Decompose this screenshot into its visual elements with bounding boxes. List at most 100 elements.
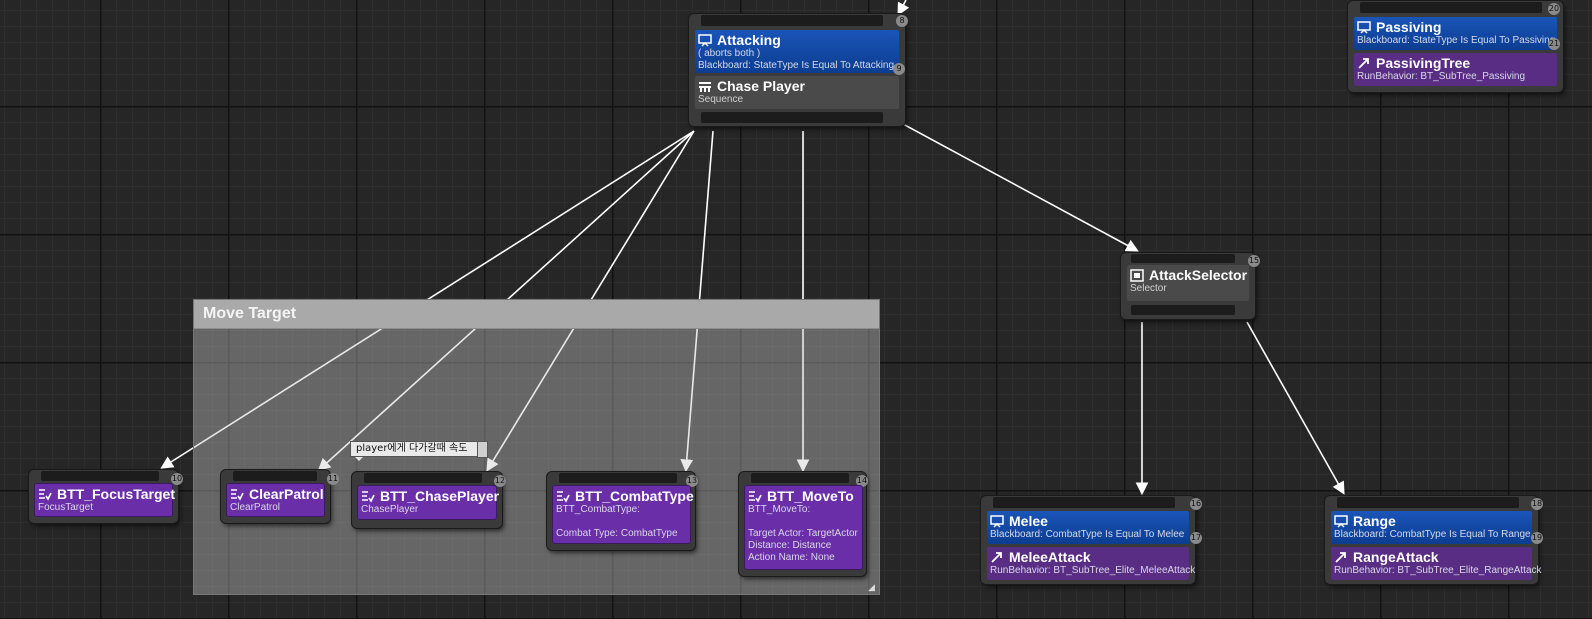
subtree-range-attack[interactable]: RangeAttack RunBehavior: BT_SubTree_Elit… — [1331, 547, 1542, 580]
decorator-title: Melee — [1009, 513, 1048, 529]
task-chase-player[interactable]: BTT_ChasePlayer ChasePlayer — [357, 485, 500, 520]
subtree-icon — [1335, 551, 1346, 563]
input-pin[interactable] — [1360, 2, 1542, 13]
execution-index-badge: 11 — [327, 473, 339, 485]
subtree-passiving[interactable]: PassivingTree RunBehavior: BT_SubTree_Pa… — [1354, 53, 1557, 86]
input-pin[interactable] — [233, 471, 317, 481]
decorator-passiving[interactable]: Passiving Blackboard: StateType Is Equal… — [1354, 17, 1557, 50]
decorator-title: Passiving — [1376, 19, 1442, 35]
subtree-title: MeleeAttack — [1009, 549, 1091, 565]
input-pin[interactable] — [993, 497, 1175, 508]
task-title: ClearPatrol — [249, 486, 324, 502]
task-detail-target-actor: Target Actor: TargetActor — [748, 528, 858, 539]
task-detail-combat-type: Combat Type: CombatType — [556, 528, 678, 539]
task-name: ClearPatrol — [230, 502, 281, 513]
monitor-icon — [1357, 20, 1371, 34]
task-icon — [557, 490, 570, 503]
input-pin[interactable] — [701, 15, 883, 26]
execution-index-badge: 15 — [1248, 255, 1260, 267]
decorator-title: Attacking — [717, 32, 781, 48]
task-icon — [231, 488, 244, 501]
composite-type: Sequence — [698, 94, 744, 105]
task-title: BTT_ChasePlayer — [380, 488, 500, 504]
output-pin[interactable] — [701, 112, 883, 123]
node-range[interactable]: 18 Range Blackboard: CombatType Is Equal… — [1325, 496, 1543, 584]
monitor-icon — [1334, 514, 1348, 528]
input-pin[interactable] — [41, 471, 159, 481]
wire-to-range — [1246, 321, 1345, 495]
decorator-condition: Blackboard: CombatType Is Equal To Range — [1334, 529, 1531, 540]
decorator-condition: Blackboard: CombatType Is Equal To Melee — [990, 529, 1185, 540]
output-pin[interactable] — [1131, 305, 1235, 315]
composite-type: Selector — [1130, 283, 1167, 294]
task-combat-type[interactable]: BTT_CombatType BTT_CombatType: Combat Ty… — [552, 485, 694, 544]
task-icon — [39, 488, 52, 501]
task-detail-header: BTT_MoveTo: — [748, 504, 811, 515]
node-combat-type[interactable]: 13 BTT_CombatType BTT_CombatType: Combat… — [547, 472, 698, 550]
execution-index-badge: 18 — [1531, 498, 1543, 510]
node-focus-target[interactable]: 10 BTT_FocusTarget FocusTarget — [29, 470, 183, 523]
execution-index-badge: 20 — [1548, 3, 1560, 15]
decorator-title: Range — [1353, 513, 1396, 529]
node-attack-selector[interactable]: 15 AttackSelector Selector — [1121, 253, 1260, 319]
comment-title[interactable]: Move Target — [194, 300, 879, 329]
subtree-behavior: RunBehavior: BT_SubTree_Passiving — [1357, 71, 1526, 82]
task-move-to[interactable]: BTT_MoveTo BTT_MoveTo: Target Actor: Tar… — [744, 485, 863, 570]
decorator-attacking[interactable]: Attacking ( aborts both ) Blackboard: St… — [695, 30, 899, 73]
decorator-aborts: ( aborts both ) — [698, 48, 761, 59]
task-name: FocusTarget — [38, 502, 94, 513]
subtree-icon — [991, 551, 1002, 563]
execution-index-badge: 16 — [1190, 498, 1202, 510]
composite-title: AttackSelector — [1149, 267, 1248, 283]
execution-index-badge: 8 — [896, 15, 908, 27]
task-title: BTT_CombatType — [575, 488, 694, 504]
subtree-title: PassivingTree — [1376, 55, 1471, 71]
decorator-index-badge: 21 — [1548, 38, 1560, 50]
comment-bubble-toggle-button[interactable] — [477, 441, 488, 458]
selector-icon — [1130, 268, 1144, 282]
execution-index-badge: 10 — [171, 473, 183, 485]
task-detail-action-name: Action Name: None — [748, 552, 835, 563]
input-pin[interactable] — [1337, 497, 1519, 508]
input-pin[interactable] — [364, 473, 482, 483]
decorator-condition: Blackboard: StateType Is Equal To Attack… — [698, 60, 895, 71]
task-title: BTT_FocusTarget — [57, 486, 175, 502]
node-passiving[interactable]: 20 Passiving Blackboard: StateType Is Eq… — [1348, 1, 1563, 92]
resize-handle-icon[interactable]: ◢ — [868, 583, 877, 592]
task-detail-distance: Distance: Distance — [748, 540, 832, 551]
composite-title: Chase Player — [717, 78, 805, 94]
decorator-range[interactable]: Range Blackboard: CombatType Is Equal To… — [1331, 511, 1532, 544]
decorator-condition: Blackboard: StateType Is Equal To Passiv… — [1357, 35, 1556, 46]
task-detail-header: BTT_CombatType: — [556, 504, 640, 515]
decorator-index-badge: 17 — [1190, 532, 1202, 544]
input-pin[interactable] — [559, 473, 677, 483]
task-title: BTT_MoveTo — [767, 488, 854, 504]
subtree-behavior: RunBehavior: BT_SubTree_Elite_RangeAttac… — [1334, 565, 1542, 576]
node-attacking[interactable]: 8 Attacking ( aborts both ) Blackboard: … — [689, 14, 908, 126]
decorator-melee[interactable]: Melee Blackboard: CombatType Is Equal To… — [987, 511, 1189, 544]
task-focus-target[interactable]: BTT_FocusTarget FocusTarget — [34, 483, 175, 517]
wire-into-attacking — [897, 0, 910, 16]
subtree-title: RangeAttack — [1353, 549, 1439, 565]
input-pin[interactable] — [751, 473, 849, 483]
decorator-index-badge: 19 — [1531, 532, 1543, 544]
monitor-icon — [698, 33, 712, 47]
wire-to-attack-selector — [902, 123, 1139, 252]
node-clear-patrol[interactable]: 11 ClearPatrol ClearPatrol — [221, 470, 339, 523]
decorator-index-badge: 9 — [893, 63, 905, 75]
task-icon — [749, 490, 762, 503]
node-move-to[interactable]: 14 BTT_MoveTo BTT_MoveTo: Target Actor: … — [739, 472, 868, 576]
node-comment-bubble[interactable]: player에게 다가갈때 속도 — [350, 441, 482, 457]
task-clear-patrol[interactable]: ClearPatrol ClearPatrol — [226, 483, 325, 517]
node-melee[interactable]: 16 Melee Blackboard: CombatType Is Equal… — [981, 496, 1202, 584]
sequence-icon — [699, 81, 711, 92]
composite-chase-player[interactable]: Chase Player Sequence — [695, 76, 899, 109]
task-icon — [362, 490, 375, 503]
task-name: ChasePlayer — [361, 504, 419, 515]
node-chase-player-task[interactable]: 12 BTT_ChasePlayer ChasePlayer — [352, 472, 506, 528]
comment-bubble-tail — [355, 457, 363, 461]
composite-attack-selector[interactable]: AttackSelector Selector — [1127, 265, 1249, 301]
subtree-melee-attack[interactable]: MeleeAttack RunBehavior: BT_SubTree_Elit… — [987, 547, 1195, 580]
input-pin[interactable] — [1131, 254, 1235, 263]
monitor-icon — [990, 514, 1004, 528]
